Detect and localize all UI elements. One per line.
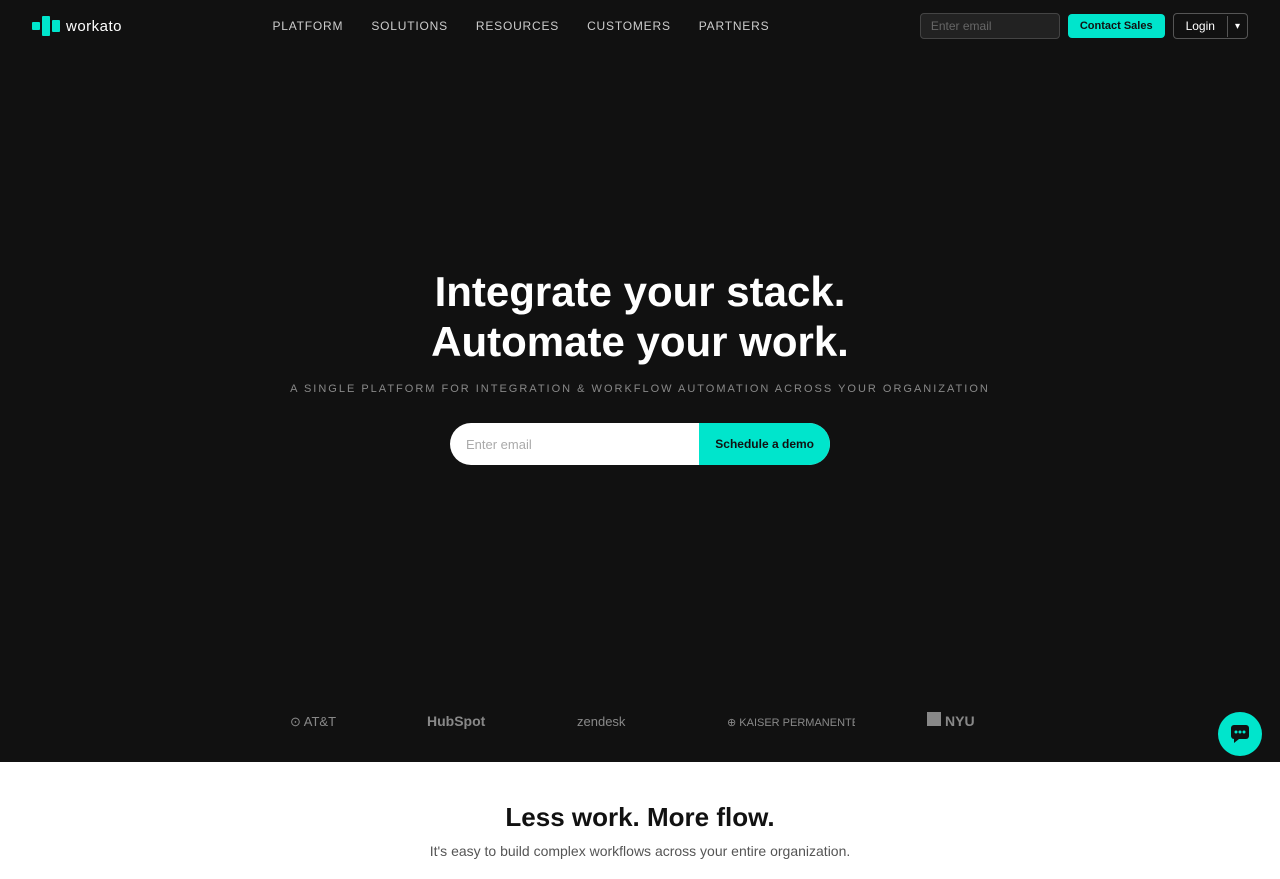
hero-subtitle: A SINGLE PLATFORM FOR INTEGRATION & WORK…: [290, 383, 990, 395]
logo-kaiser: ⊕ KAISER PERMANENTE.: [725, 704, 855, 734]
nav-resources[interactable]: RESOURCES: [476, 19, 559, 33]
contact-sales-button[interactable]: Contact Sales: [1068, 14, 1165, 38]
login-button-group: Login ▾: [1173, 13, 1248, 39]
login-button[interactable]: Login: [1174, 14, 1227, 38]
hero-email-input[interactable]: [450, 437, 699, 452]
svg-text:⊕ KAISER PERMANENTE.: ⊕ KAISER PERMANENTE.: [727, 717, 855, 729]
workato-logo-icon: [32, 16, 60, 36]
navbar: workato PLATFORM SOLUTIONS RESOURCES CUS…: [0, 0, 1280, 52]
svg-text:⊙ AT&T: ⊙ AT&T: [290, 714, 336, 729]
logo-zendesk: zendesk: [575, 704, 655, 734]
hero-form: Schedule a demo: [450, 423, 830, 465]
chat-bubble[interactable]: [1218, 712, 1262, 756]
svg-text:zendesk: zendesk: [577, 714, 626, 729]
logos-strip: ⊙ AT&T HubSpot zendesk ⊕ KAISER PERMANEN…: [0, 680, 1280, 762]
nav-links: PLATFORM SOLUTIONS RESOURCES CUSTOMERS P…: [272, 17, 769, 35]
nav-customers[interactable]: CUSTOMERS: [587, 19, 671, 33]
logo-text: workato: [66, 18, 122, 35]
bottom-section: Less work. More flow. It's easy to build…: [0, 762, 1280, 879]
schedule-demo-button[interactable]: Schedule a demo: [699, 423, 830, 465]
logo-att: ⊙ AT&T: [285, 704, 355, 734]
login-dropdown-button[interactable]: ▾: [1227, 16, 1247, 37]
bottom-subtext: It's easy to build complex workflows acr…: [20, 843, 1260, 859]
hero-headline: Integrate your stack. Automate your work…: [431, 267, 849, 368]
logo[interactable]: workato: [32, 16, 122, 36]
svg-text:NYU: NYU: [945, 713, 975, 729]
hero-section: Integrate your stack. Automate your work…: [0, 0, 1280, 680]
nav-email-input[interactable]: [920, 13, 1060, 39]
svg-text:HubSpot: HubSpot: [427, 713, 486, 729]
logo-hubspot: HubSpot: [425, 704, 505, 734]
nav-solutions[interactable]: SOLUTIONS: [371, 19, 448, 33]
chat-icon: [1229, 723, 1251, 745]
nav-right-actions: Contact Sales Login ▾: [920, 13, 1248, 39]
bottom-heading: Less work. More flow.: [20, 802, 1260, 833]
nav-platform[interactable]: PLATFORM: [272, 19, 343, 33]
nav-partners[interactable]: PARTNERS: [699, 19, 770, 33]
logo-nyu: NYU: [925, 704, 995, 734]
